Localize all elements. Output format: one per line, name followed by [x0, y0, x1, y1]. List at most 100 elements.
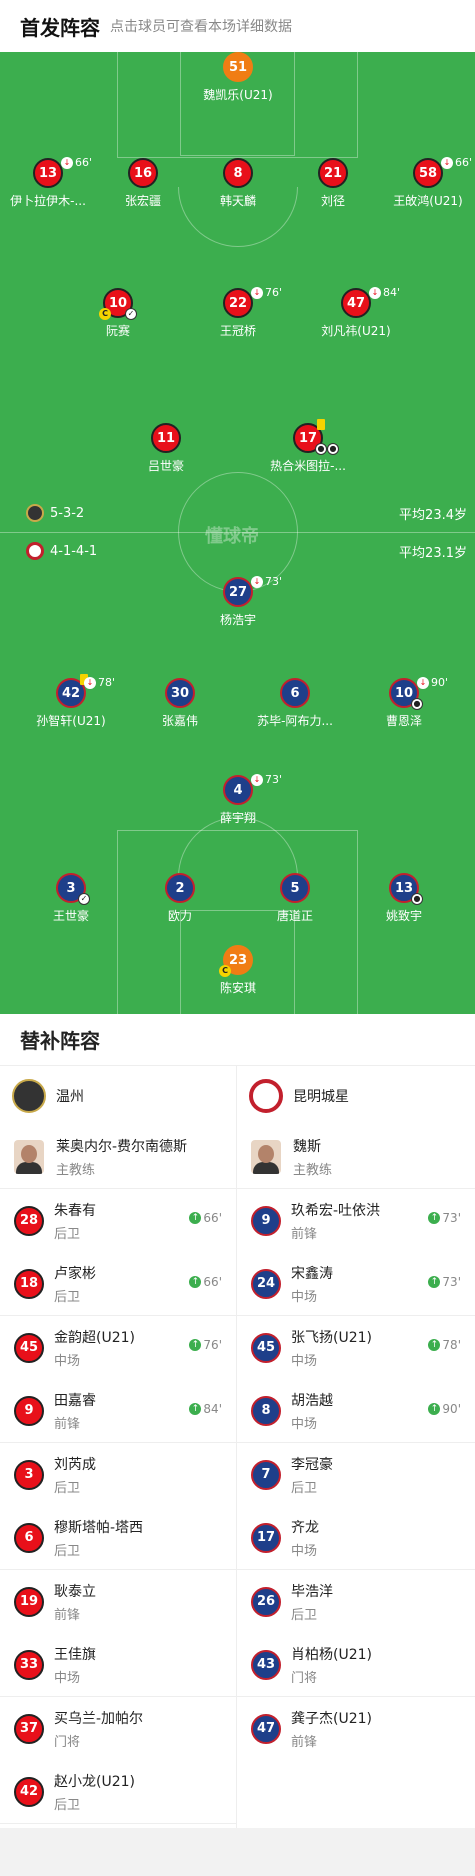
sub-player-info: 刘芮成 后卫 — [54, 1454, 96, 1496]
assist-icon: ✓ — [78, 893, 90, 905]
player-home-5[interactable]: 58 ↓ 66' 王敀鸿(U21) — [373, 156, 475, 209]
player-away-1[interactable]: 42 ↓ 78' 孙智轩(U21) — [16, 674, 126, 729]
player-name: 王世豪 — [52, 909, 89, 923]
sub-player-position: 前锋 — [54, 1416, 81, 1432]
sub-out-time: ↓ 90' — [417, 676, 448, 689]
sub-out-time: ↓ 66' — [441, 156, 472, 169]
sub-player-row[interactable]: 47 龚子杰(U21) 前锋 — [237, 1697, 475, 1761]
sub-player-info: 胡浩越 中场 — [291, 1390, 333, 1432]
player-number: 21 — [318, 158, 348, 188]
sub-player-row[interactable]: 9 田嘉睿 前锋 ↑ 84' — [0, 1380, 236, 1443]
sub-player-info: 李冠豪 后卫 — [291, 1454, 333, 1496]
sub-player-name: 穆斯塔帕-塔西 — [54, 1519, 144, 1536]
subs-list: 温州 莱奥内尔-费尔南德斯 主教练 28 朱春有 后卫 ↑ 66' 18 卢家彬后卫 ↑ 66'… — [0, 1066, 475, 1828]
player-away-5[interactable]: 4 ↓ 73' 薛宇翔 — [183, 773, 293, 826]
player-home-9[interactable]: 11 吕世豪 — [111, 423, 221, 474]
sub-player-row[interactable]: 24 宋鑫涛 中场 ↑ 73' — [237, 1253, 475, 1316]
player-name: 阮赛 — [105, 324, 130, 338]
player-home-3[interactable]: 8 韩天麟 — [183, 158, 293, 209]
sub-player-name: 毕浩洋 — [291, 1583, 333, 1600]
sub-player-position: 门将 — [54, 1734, 81, 1750]
player-away-10[interactable]: 23 C 陈安琪 — [183, 945, 293, 996]
sub-player-info: 金韵超(U21) 中场 — [54, 1327, 135, 1369]
sub-player-row[interactable]: 17 齐龙 中场 — [237, 1507, 475, 1570]
player-away-4[interactable]: 10 ● ↓ 90' 曹恩泽 — [349, 676, 459, 729]
player-home-0[interactable]: 51 魏凯乐(U21) — [183, 52, 293, 103]
sub-player-name: 张飞扬(U21) — [291, 1329, 372, 1346]
player-away-0[interactable]: 27 ↓ 73' 杨浩宇 — [183, 575, 293, 628]
sub-player-row[interactable]: 9 玖希宏-吐依洪 前锋 ↑ 73' — [237, 1189, 475, 1253]
sub-out-icon: ↓ — [61, 156, 73, 169]
player-home-10[interactable]: 17 ● ● 热合米图拉-... — [253, 419, 363, 474]
sub-player-row[interactable]: 37 买乌兰-加帕尔 门将 — [0, 1697, 236, 1761]
player-home-4[interactable]: 21 刘径 — [278, 158, 388, 209]
home-coach-row[interactable]: 莱奥内尔-费尔南德斯 主教练 — [0, 1126, 236, 1189]
sub-player-number: 18 — [14, 1268, 44, 1299]
player-away-7[interactable]: 2 欧力 — [125, 873, 235, 924]
sub-player-row[interactable]: 3 刘芮成 后卫 — [0, 1443, 236, 1507]
sub-player-info: 穆斯塔帕-塔西 后卫 — [54, 1517, 143, 1559]
sub-player-number: 26 — [251, 1586, 281, 1617]
sub-out-icon: ↓ — [251, 286, 263, 299]
sub-player-row[interactable]: 19 耿泰立 前锋 — [0, 1570, 236, 1634]
player-number: 13 — [33, 158, 63, 188]
away-team-name: 昆明城星 — [293, 1089, 349, 1105]
sub-player-position: 后卫 — [291, 1607, 318, 1623]
page-footer-space — [0, 1828, 475, 1876]
sub-player-row[interactable]: 42 赵小龙(U21) 后卫 — [0, 1761, 236, 1824]
player-away-6[interactable]: 3 ✓ 王世豪 — [16, 873, 126, 924]
player-home-6[interactable]: 10 C ✓ 阮赛 — [63, 288, 173, 339]
sub-player-position: 中场 — [291, 1289, 318, 1305]
goal-ball-icon: ● — [411, 893, 423, 905]
sub-player-position: 中场 — [54, 1670, 81, 1686]
player-home-8[interactable]: 47 ↓ 84' 刘凡祎(U21) — [301, 286, 411, 339]
sub-in-time: ↑ 78' — [428, 1338, 461, 1352]
player-away-8[interactable]: 5 唐道正 — [240, 873, 350, 924]
sub-player-name: 王佳旗 — [54, 1646, 96, 1663]
player-away-2[interactable]: 30 张嘉伟 — [125, 678, 235, 729]
sub-player-name: 金韵超(U21) — [54, 1329, 135, 1346]
sub-in-icon: ↑ — [189, 1402, 202, 1415]
sub-player-row[interactable]: 45 金韵超(U21) 中场 ↑ 76' — [0, 1316, 236, 1380]
sub-player-row[interactable]: 43 肖柏杨(U21) 门将 — [237, 1634, 475, 1697]
sub-player-row[interactable]: 26 毕浩洋后卫 — [237, 1570, 475, 1634]
sub-player-number: 47 — [251, 1713, 281, 1744]
sub-player-row[interactable]: 18 卢家彬 后卫 ↑ 66' — [0, 1253, 236, 1316]
sub-player-row[interactable]: 33 王佳旗 中场 — [0, 1634, 236, 1697]
sub-player-name: 卢家彬 — [54, 1265, 96, 1282]
player-number: 10 ● — [389, 678, 423, 710]
player-name: 王敀鸿(U21) — [393, 194, 463, 208]
sub-in-time: ↑ 66' — [189, 1275, 222, 1289]
sub-player-number: 43 — [251, 1649, 281, 1680]
sub-player-number: 45 — [14, 1332, 44, 1363]
player-name: 魏凯乐(U21) — [203, 88, 273, 102]
sub-player-row[interactable]: 28 朱春有 后卫 ↑ 66' — [0, 1189, 236, 1253]
sub-in-time: ↑ 73' — [428, 1211, 461, 1225]
player-name: 曹恩泽 — [385, 714, 422, 728]
sub-player-row[interactable]: 45 张飞扬(U21) 中场 ↑ 78' — [237, 1316, 475, 1380]
sub-in-icon: ↑ — [189, 1212, 202, 1224]
goal-ball-icon: ● — [315, 443, 327, 455]
player-home-2[interactable]: 16 张宏疆 — [88, 158, 198, 209]
player-name: 韩天麟 — [219, 194, 256, 208]
sub-player-number: 7 — [251, 1459, 281, 1490]
sub-player-number: 28 — [14, 1205, 44, 1236]
away-coach-row[interactable]: 魏斯 主教练 — [237, 1126, 475, 1189]
home-team-row[interactable]: 温州 — [0, 1066, 236, 1126]
sub-player-row[interactable]: 6 穆斯塔帕-塔西 后卫 — [0, 1507, 236, 1570]
player-name: 张宏疆 — [124, 194, 161, 208]
sub-in-icon: ↑ — [189, 1275, 202, 1288]
sub-player-row[interactable]: 7 李冠豪 后卫 — [237, 1443, 475, 1507]
sub-player-number: 8 — [251, 1395, 281, 1426]
sub-in-time: ↑ 73' — [428, 1275, 461, 1289]
away-team-row[interactable]: 昆明城星 — [237, 1066, 475, 1126]
sub-player-info: 王佳旗 中场 — [54, 1644, 96, 1686]
sub-player-position: 中场 — [291, 1353, 318, 1369]
player-away-3[interactable]: 6 苏毕-阿布力... — [240, 678, 350, 729]
sub-player-row[interactable]: 8 胡浩越 中场 ↑ 90' — [237, 1380, 475, 1443]
coach-name: 魏斯 — [293, 1139, 321, 1155]
player-away-9[interactable]: 13 ● 姚致宇 — [349, 873, 459, 924]
coach-name: 莱奥内尔-费尔南德斯 — [56, 1139, 188, 1155]
player-home-7[interactable]: 22 ↓ 76' 王冠桥 — [183, 286, 293, 339]
away-formation-text: 4-1-4-1 — [50, 543, 98, 559]
